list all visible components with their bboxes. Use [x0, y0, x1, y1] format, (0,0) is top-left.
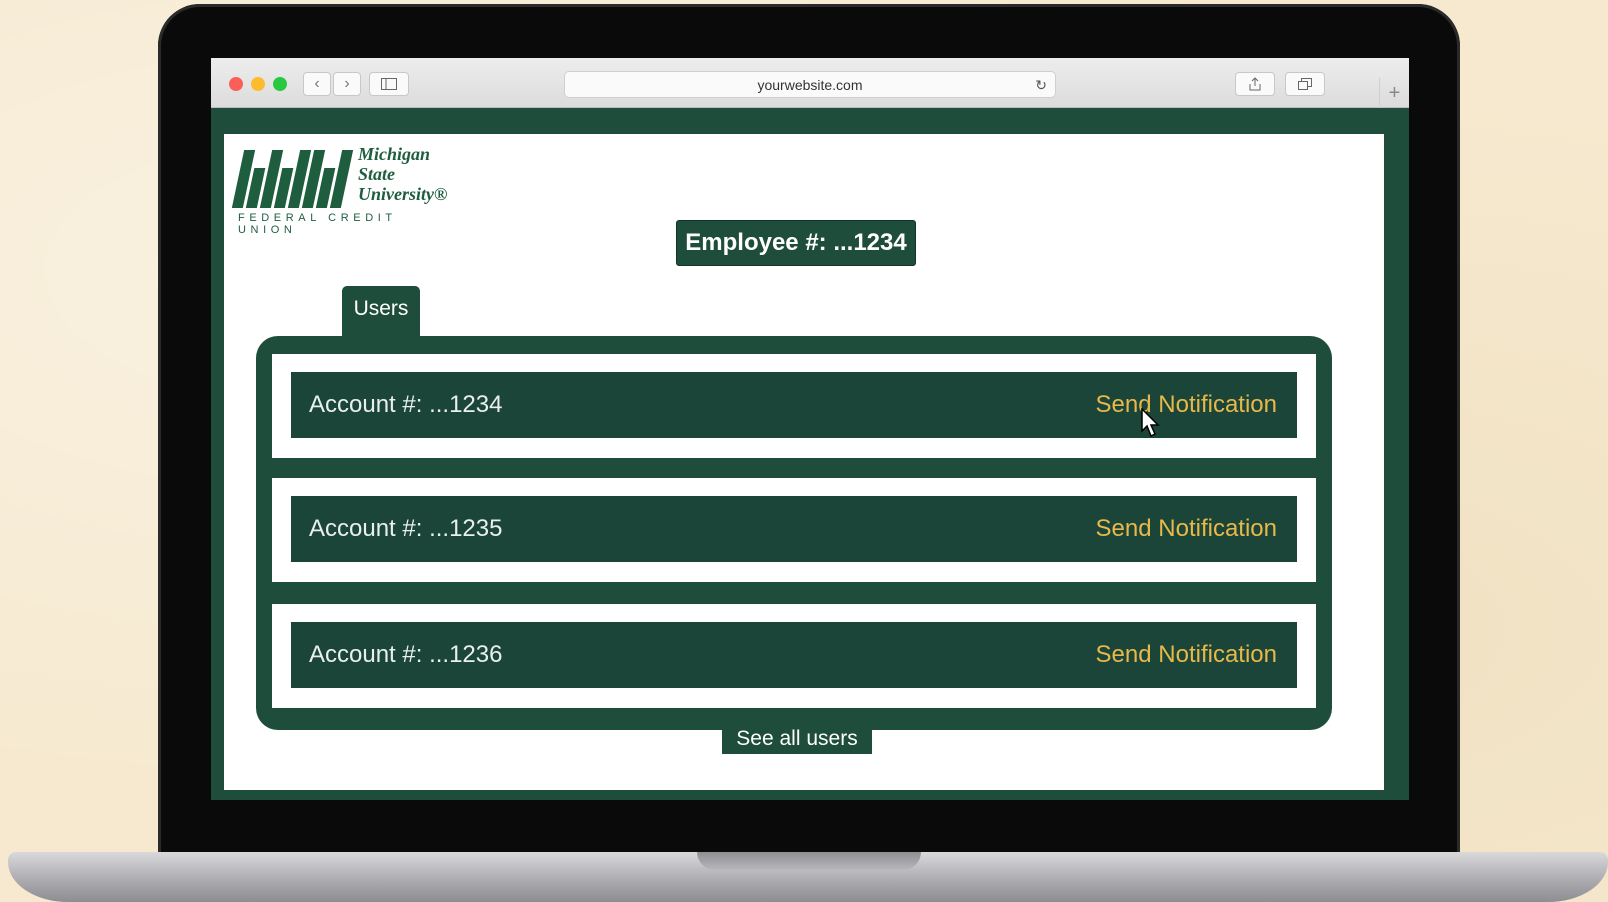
web-page: Michigan State University® FEDERAL CREDI… — [224, 134, 1384, 790]
send-notification-button[interactable]: Send Notification — [1096, 515, 1277, 543]
close-window-button[interactable] — [229, 77, 243, 91]
browser-window: ‹ › yourwebsite.com ↻ + Michigan State U… — [211, 58, 1409, 800]
sidebar-icon[interactable] — [369, 72, 409, 96]
maximize-window-button[interactable] — [273, 77, 287, 91]
account-card: Account #: ...1235 Send Notification — [272, 478, 1316, 582]
tab-users[interactable]: Users — [342, 286, 420, 338]
list-item: Account #: ...1235 Send Notification — [291, 496, 1297, 562]
account-number: Account #: ...1234 — [309, 391, 503, 418]
reload-icon[interactable]: ↻ — [1035, 77, 1047, 94]
address-bar[interactable]: yourwebsite.com ↻ — [564, 71, 1056, 98]
chevron-left-icon[interactable]: ‹ — [303, 72, 331, 96]
users-panel: Account #: ...1234 Send Notification Acc… — [256, 336, 1332, 730]
tabs-icon[interactable] — [1285, 72, 1325, 96]
account-number: Account #: ...1236 — [309, 641, 503, 668]
account-card: Account #: ...1236 Send Notification — [272, 604, 1316, 708]
plus-icon[interactable]: + — [1379, 78, 1409, 108]
browser-toolbar: ‹ › yourwebsite.com ↻ + — [211, 58, 1409, 108]
account-card: Account #: ...1234 Send Notification — [272, 354, 1316, 458]
account-number: Account #: ...1235 — [309, 515, 503, 542]
employee-badge: Employee #: ...1234 — [676, 220, 916, 266]
msu-logo: Michigan State University® FEDERAL CREDI… — [231, 144, 458, 236]
laptop-notch — [697, 852, 921, 870]
chevron-right-icon[interactable]: › — [333, 72, 361, 96]
list-item: Account #: ...1236 Send Notification — [291, 622, 1297, 688]
see-all-users-button[interactable]: See all users — [722, 724, 872, 754]
minimize-window-button[interactable] — [251, 77, 265, 91]
msu-logo-mark — [231, 150, 364, 208]
logo-wordmark: Michigan State University® — [358, 144, 448, 204]
url-text: yourwebsite.com — [757, 76, 863, 93]
mouse-cursor-icon — [1141, 408, 1160, 438]
send-notification-button[interactable]: Send Notification — [1096, 641, 1277, 669]
logo-subtitle: FEDERAL CREDIT UNION — [238, 212, 397, 236]
send-notification-button[interactable]: Send Notification — [1096, 391, 1277, 419]
share-icon[interactable] — [1235, 72, 1275, 96]
